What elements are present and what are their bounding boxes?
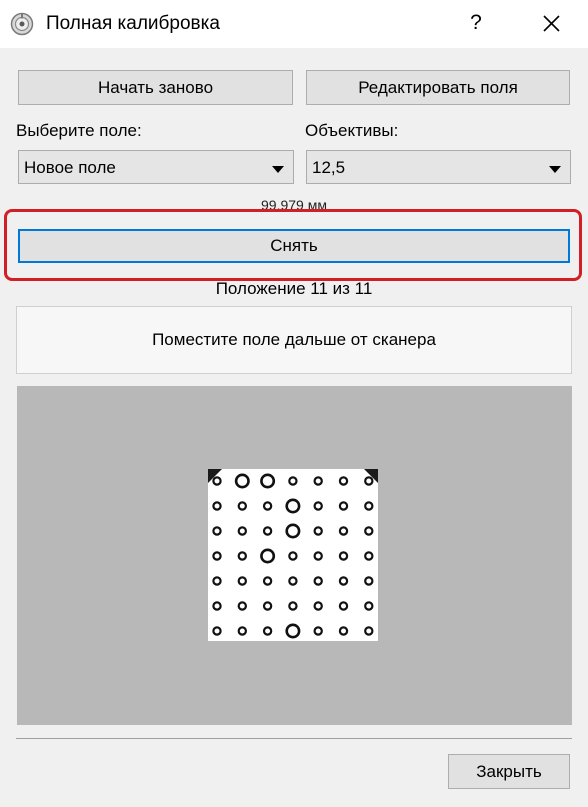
dropdown-arrow-icon [272, 166, 284, 173]
dropdown-arrow-icon [549, 166, 561, 173]
field-select-value: Новое поле [24, 158, 116, 177]
restart-button[interactable]: Начать заново [18, 70, 293, 105]
app-icon [10, 12, 34, 36]
camera-preview [17, 386, 572, 725]
field-select-label: Выберите поле: [16, 121, 142, 140]
instruction-panel: Поместите поле дальше от сканера [16, 306, 572, 374]
capture-button[interactable]: Снять [18, 229, 570, 263]
help-button[interactable]: ? [458, 0, 494, 48]
position-indicator: Положение 11 из 11 [215, 279, 373, 298]
footer-separator [16, 738, 572, 739]
lens-select[interactable]: 12,5 [306, 150, 571, 184]
title-bar: Полная калибровка ? [0, 0, 588, 48]
lens-select-value: 12,5 [312, 158, 346, 177]
lens-select-label: Объективы: [305, 121, 399, 140]
close-icon[interactable] [534, 8, 568, 40]
field-select[interactable]: Новое поле [18, 150, 294, 184]
window-title: Полная калибровка [46, 13, 220, 34]
close-button[interactable]: Закрыть [448, 754, 570, 789]
edit-fields-button[interactable]: Редактировать поля [306, 70, 570, 105]
calibration-target-image [208, 469, 378, 641]
